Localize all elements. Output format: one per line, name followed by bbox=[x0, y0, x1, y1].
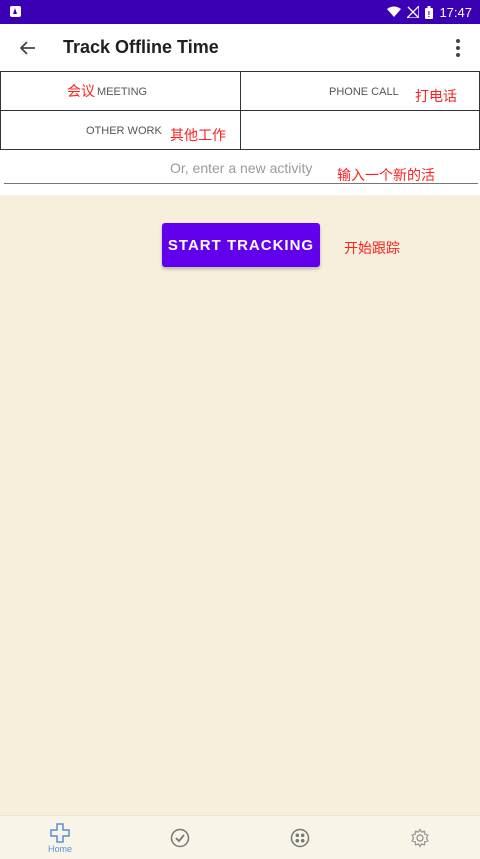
activity-label: MEETING bbox=[97, 86, 148, 98]
annotation-text: 开始跟踪 bbox=[344, 240, 400, 256]
more-vert-icon bbox=[456, 39, 460, 43]
arrow-left-icon bbox=[20, 41, 35, 55]
activity-label: PHONE CALL bbox=[329, 86, 399, 98]
activity-cell-empty[interactable] bbox=[240, 110, 480, 150]
wifi-icon bbox=[387, 6, 402, 17]
apps-icon bbox=[290, 828, 310, 848]
annotation-text: 输入一个新的活 bbox=[337, 167, 435, 183]
activity-cell-phone-call[interactable]: PHONE CALL 打电话 bbox=[240, 71, 480, 111]
battery-icon: ! bbox=[425, 5, 434, 19]
nav-item-settings[interactable] bbox=[360, 816, 480, 859]
nav-item-apps[interactable] bbox=[240, 816, 360, 859]
annotation-text: 会议 bbox=[67, 83, 95, 99]
check-circle-icon bbox=[170, 828, 190, 848]
annotation-text: 打电话 bbox=[415, 88, 457, 104]
page-title: Track Offline Time bbox=[63, 37, 219, 57]
bottom-navigation: Home bbox=[0, 815, 480, 859]
status-time: 17:47 bbox=[439, 4, 472, 20]
start-tracking-button[interactable]: START TRACKING bbox=[162, 223, 320, 267]
back-button[interactable] bbox=[14, 34, 42, 62]
status-bar: ! 17:47 bbox=[0, 0, 480, 24]
overflow-menu-button[interactable] bbox=[448, 34, 468, 62]
nav-item-tasks[interactable] bbox=[120, 816, 240, 859]
nav-label-home: Home bbox=[47, 843, 72, 854]
new-activity-field: 输入一个新的活 bbox=[4, 152, 478, 184]
activity-cell-other-work[interactable]: OTHER WORK 其他工作 bbox=[0, 110, 241, 150]
main-content: START TRACKING 开始跟踪 bbox=[0, 195, 480, 815]
signal-icon bbox=[407, 6, 420, 18]
nav-item-home[interactable]: Home bbox=[0, 816, 120, 859]
notification-app-icon bbox=[10, 6, 21, 17]
activity-grid: 会议 MEETING PHONE CALL 打电话 OTHER WORK 其他工… bbox=[0, 71, 480, 151]
status-icons: ! 17:47 bbox=[387, 0, 472, 24]
home-plus-icon bbox=[50, 822, 70, 843]
annotation-text: 其他工作 bbox=[170, 127, 226, 143]
activity-cell-meeting[interactable]: 会议 MEETING bbox=[0, 71, 241, 111]
svg-text:!: ! bbox=[428, 10, 431, 19]
settings-gear-icon bbox=[411, 828, 429, 848]
app-bar: Track Offline Time bbox=[0, 24, 480, 72]
activity-label: OTHER WORK bbox=[86, 125, 162, 137]
